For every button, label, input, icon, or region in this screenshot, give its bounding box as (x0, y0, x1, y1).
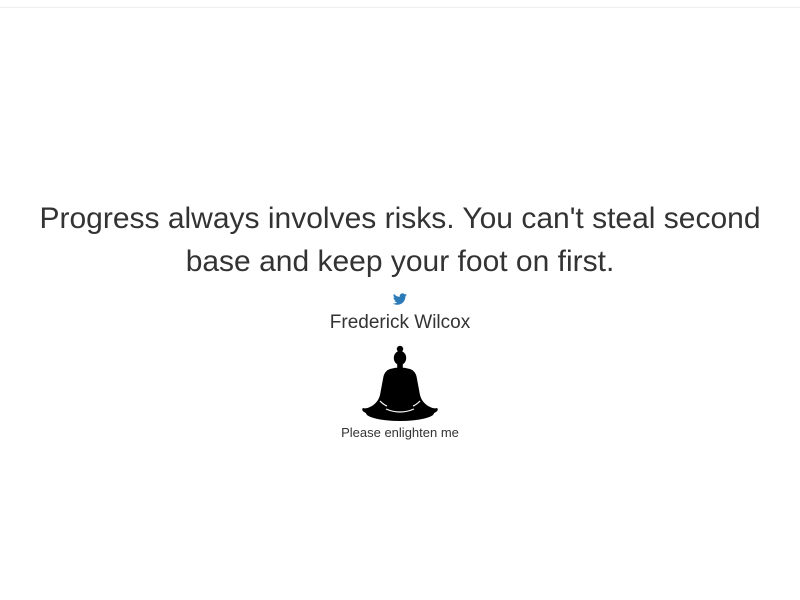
tweet-quote-button[interactable] (393, 292, 407, 306)
top-divider (0, 7, 800, 8)
twitter-icon (393, 292, 407, 306)
new-quote-label: Please enlighten me (341, 425, 459, 440)
quote-box: Progress always involves risks. You can'… (0, 197, 800, 442)
meditation-icon (341, 345, 459, 423)
quote-text: Progress always involves risks. You can'… (39, 202, 761, 278)
quote-author: Frederick Wilcox (329, 312, 471, 333)
new-quote-button[interactable]: Please enlighten me (341, 345, 459, 441)
